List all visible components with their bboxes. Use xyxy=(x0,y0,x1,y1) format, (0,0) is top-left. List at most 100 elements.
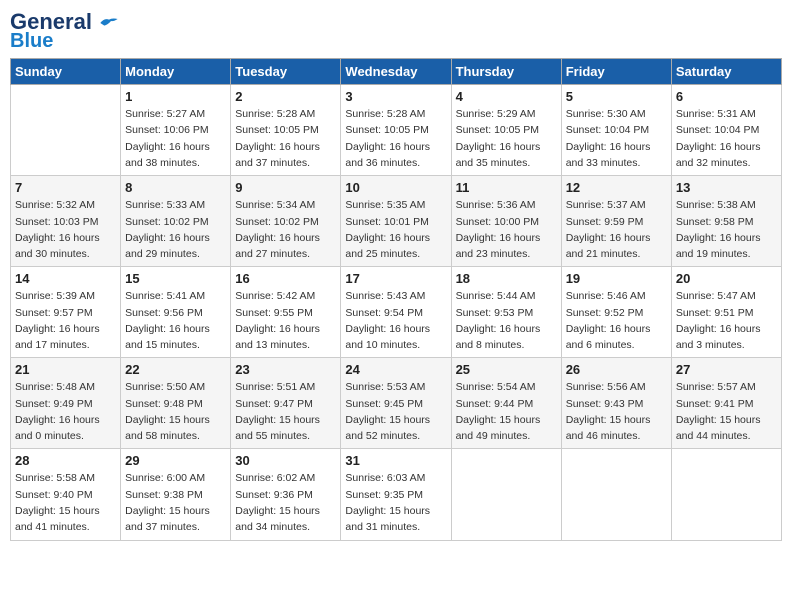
day-number: 21 xyxy=(15,362,116,377)
header-row: SundayMondayTuesdayWednesdayThursdayFrid… xyxy=(11,59,782,85)
calendar-cell: 18Sunrise: 5:44 AM Sunset: 9:53 PM Dayli… xyxy=(451,267,561,358)
day-detail: Sunrise: 5:30 AM Sunset: 10:04 PM Daylig… xyxy=(566,106,667,171)
day-detail: Sunrise: 6:00 AM Sunset: 9:38 PM Dayligh… xyxy=(125,470,226,535)
calendar-cell: 29Sunrise: 6:00 AM Sunset: 9:38 PM Dayli… xyxy=(121,449,231,540)
calendar-cell: 4 Sunrise: 5:29 AM Sunset: 10:05 PM Dayli… xyxy=(451,85,561,176)
day-detail: Sunrise: 5:27 AM Sunset: 10:06 PM Daylig… xyxy=(125,106,226,171)
calendar-cell xyxy=(671,449,781,540)
day-number: 11 xyxy=(456,180,557,195)
calendar-cell: 31 Sunrise: 6:03 AM Sunset: 9:35 PM Dayli… xyxy=(341,449,451,540)
week-row-1: 1 Sunrise: 5:27 AM Sunset: 10:06 PM Dayli… xyxy=(11,85,782,176)
day-detail: Sunrise: 5:54 AM Sunset: 9:44 PM Dayligh… xyxy=(456,379,557,444)
day-detail: Sunrise: 5:56 AM Sunset: 9:43 PM Dayligh… xyxy=(566,379,667,444)
day-detail: Sunrise: 5:47 AM Sunset: 9:51 PM Dayligh… xyxy=(676,288,777,353)
day-number: 8 xyxy=(125,180,226,195)
day-number: 16 xyxy=(235,271,336,286)
day-number: 3 xyxy=(345,89,446,104)
day-detail: Sunrise: 5:46 AM Sunset: 9:52 PM Dayligh… xyxy=(566,288,667,353)
calendar-cell xyxy=(451,449,561,540)
calendar-cell: 15Sunrise: 5:41 AM Sunset: 9:56 PM Dayli… xyxy=(121,267,231,358)
day-detail: Sunrise: 5:50 AM Sunset: 9:48 PM Dayligh… xyxy=(125,379,226,444)
day-detail: Sunrise: 5:53 AM Sunset: 9:45 PM Dayligh… xyxy=(345,379,446,444)
calendar-cell: 26 Sunrise: 5:56 AM Sunset: 9:43 PM Dayli… xyxy=(561,358,671,449)
week-row-3: 14Sunrise: 5:39 AM Sunset: 9:57 PM Dayli… xyxy=(11,267,782,358)
day-number: 5 xyxy=(566,89,667,104)
day-number: 26 xyxy=(566,362,667,377)
calendar-cell: 27 Sunrise: 5:57 AM Sunset: 9:41 PM Dayli… xyxy=(671,358,781,449)
calendar-cell: 3 Sunrise: 5:28 AM Sunset: 10:05 PM Dayli… xyxy=(341,85,451,176)
day-number: 7 xyxy=(15,180,116,195)
day-number: 9 xyxy=(235,180,336,195)
day-number: 22 xyxy=(125,362,226,377)
calendar-cell: 7 Sunrise: 5:32 AM Sunset: 10:03 PM Dayli… xyxy=(11,176,121,267)
day-number: 25 xyxy=(456,362,557,377)
header-day-wednesday: Wednesday xyxy=(341,59,451,85)
calendar-cell: 12 Sunrise: 5:37 AM Sunset: 9:59 PM Dayli… xyxy=(561,176,671,267)
day-detail: Sunrise: 5:51 AM Sunset: 9:47 PM Dayligh… xyxy=(235,379,336,444)
day-number: 19 xyxy=(566,271,667,286)
day-detail: Sunrise: 5:43 AM Sunset: 9:54 PM Dayligh… xyxy=(345,288,446,353)
calendar-cell: 16 Sunrise: 5:42 AM Sunset: 9:55 PM Dayli… xyxy=(231,267,341,358)
day-number: 10 xyxy=(345,180,446,195)
header-day-thursday: Thursday xyxy=(451,59,561,85)
day-number: 4 xyxy=(456,89,557,104)
calendar-cell: 8 Sunrise: 5:33 AM Sunset: 10:02 PM Dayli… xyxy=(121,176,231,267)
day-detail: Sunrise: 5:48 AM Sunset: 9:49 PM Dayligh… xyxy=(15,379,116,444)
calendar-cell: 21 Sunrise: 5:48 AM Sunset: 9:49 PM Dayli… xyxy=(11,358,121,449)
day-detail: Sunrise: 5:28 AM Sunset: 10:05 PM Daylig… xyxy=(345,106,446,171)
calendar-cell: 20 Sunrise: 5:47 AM Sunset: 9:51 PM Dayli… xyxy=(671,267,781,358)
calendar-cell: 24Sunrise: 5:53 AM Sunset: 9:45 PM Dayli… xyxy=(341,358,451,449)
logo-text2: Blue xyxy=(10,30,53,52)
day-number: 27 xyxy=(676,362,777,377)
day-number: 20 xyxy=(676,271,777,286)
day-detail: Sunrise: 5:28 AM Sunset: 10:05 PM Daylig… xyxy=(235,106,336,171)
calendar-cell xyxy=(11,85,121,176)
calendar-cell: 22 Sunrise: 5:50 AM Sunset: 9:48 PM Dayli… xyxy=(121,358,231,449)
calendar-cell: 25 Sunrise: 5:54 AM Sunset: 9:44 PM Dayli… xyxy=(451,358,561,449)
header-day-friday: Friday xyxy=(561,59,671,85)
day-number: 1 xyxy=(125,89,226,104)
week-row-5: 28Sunrise: 5:58 AM Sunset: 9:40 PM Dayli… xyxy=(11,449,782,540)
calendar-cell: 10 Sunrise: 5:35 AM Sunset: 10:01 PM Dayl… xyxy=(341,176,451,267)
day-detail: Sunrise: 5:33 AM Sunset: 10:02 PM Daylig… xyxy=(125,197,226,262)
week-row-4: 21 Sunrise: 5:48 AM Sunset: 9:49 PM Dayli… xyxy=(11,358,782,449)
day-detail: Sunrise: 5:58 AM Sunset: 9:40 PM Dayligh… xyxy=(15,470,116,535)
calendar-cell: 5 Sunrise: 5:30 AM Sunset: 10:04 PM Dayli… xyxy=(561,85,671,176)
calendar-cell: 19 Sunrise: 5:46 AM Sunset: 9:52 PM Dayli… xyxy=(561,267,671,358)
week-row-2: 7 Sunrise: 5:32 AM Sunset: 10:03 PM Dayli… xyxy=(11,176,782,267)
day-detail: Sunrise: 5:31 AM Sunset: 10:04 PM Daylig… xyxy=(676,106,777,171)
day-detail: Sunrise: 5:44 AM Sunset: 9:53 PM Dayligh… xyxy=(456,288,557,353)
day-number: 17 xyxy=(345,271,446,286)
calendar-cell: 14Sunrise: 5:39 AM Sunset: 9:57 PM Dayli… xyxy=(11,267,121,358)
day-detail: Sunrise: 5:37 AM Sunset: 9:59 PM Dayligh… xyxy=(566,197,667,262)
calendar-table: SundayMondayTuesdayWednesdayThursdayFrid… xyxy=(10,58,782,540)
calendar-cell: 28Sunrise: 5:58 AM Sunset: 9:40 PM Dayli… xyxy=(11,449,121,540)
day-detail: Sunrise: 5:29 AM Sunset: 10:05 PM Daylig… xyxy=(456,106,557,171)
calendar-cell: 30 Sunrise: 6:02 AM Sunset: 9:36 PM Dayli… xyxy=(231,449,341,540)
calendar-cell xyxy=(561,449,671,540)
logo: General Blue xyxy=(10,10,119,52)
day-detail: Sunrise: 5:32 AM Sunset: 10:03 PM Daylig… xyxy=(15,197,116,262)
day-detail: Sunrise: 5:42 AM Sunset: 9:55 PM Dayligh… xyxy=(235,288,336,353)
header-day-sunday: Sunday xyxy=(11,59,121,85)
day-detail: Sunrise: 5:34 AM Sunset: 10:02 PM Daylig… xyxy=(235,197,336,262)
calendar-cell: 2Sunrise: 5:28 AM Sunset: 10:05 PM Dayli… xyxy=(231,85,341,176)
day-detail: Sunrise: 5:57 AM Sunset: 9:41 PM Dayligh… xyxy=(676,379,777,444)
calendar-cell: 1 Sunrise: 5:27 AM Sunset: 10:06 PM Dayli… xyxy=(121,85,231,176)
day-detail: Sunrise: 5:36 AM Sunset: 10:00 PM Daylig… xyxy=(456,197,557,262)
day-number: 13 xyxy=(676,180,777,195)
day-number: 30 xyxy=(235,453,336,468)
day-detail: Sunrise: 6:03 AM Sunset: 9:35 PM Dayligh… xyxy=(345,470,446,535)
calendar-cell: 9 Sunrise: 5:34 AM Sunset: 10:02 PM Dayli… xyxy=(231,176,341,267)
day-number: 31 xyxy=(345,453,446,468)
header-day-tuesday: Tuesday xyxy=(231,59,341,85)
calendar-cell: 13 Sunrise: 5:38 AM Sunset: 9:58 PM Dayli… xyxy=(671,176,781,267)
day-number: 15 xyxy=(125,271,226,286)
header-day-saturday: Saturday xyxy=(671,59,781,85)
calendar-cell: 23Sunrise: 5:51 AM Sunset: 9:47 PM Dayli… xyxy=(231,358,341,449)
day-detail: Sunrise: 6:02 AM Sunset: 9:36 PM Dayligh… xyxy=(235,470,336,535)
day-detail: Sunrise: 5:39 AM Sunset: 9:57 PM Dayligh… xyxy=(15,288,116,353)
day-detail: Sunrise: 5:35 AM Sunset: 10:01 PM Daylig… xyxy=(345,197,446,262)
day-number: 12 xyxy=(566,180,667,195)
day-detail: Sunrise: 5:38 AM Sunset: 9:58 PM Dayligh… xyxy=(676,197,777,262)
